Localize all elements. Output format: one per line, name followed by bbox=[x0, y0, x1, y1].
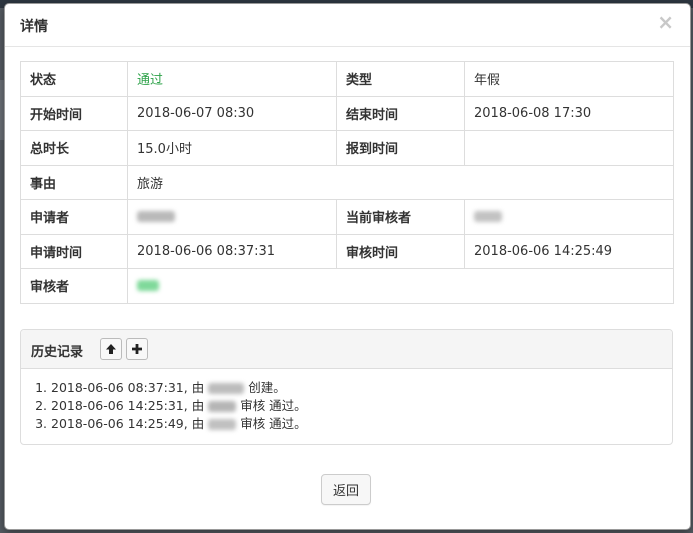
table-row: 申请时间 2018-06-06 08:37:31 审核时间 2018-06-06… bbox=[20, 233, 674, 269]
table-row: 事由 旅游 bbox=[20, 164, 674, 200]
reason-value: 旅游 bbox=[127, 164, 674, 200]
back-button[interactable]: 返回 bbox=[321, 474, 371, 505]
modal-header: 详情 × bbox=[5, 4, 690, 47]
list-item: 2018-06-06 14:25:31, 由 审核 通过。 bbox=[51, 397, 672, 415]
history-title: 历史记录 bbox=[31, 345, 84, 360]
redacted-name bbox=[474, 211, 502, 223]
plus-icon[interactable] bbox=[126, 338, 148, 360]
start-time-label: 开始时间 bbox=[20, 95, 128, 131]
history-time: 2018-06-06 08:37:31 bbox=[51, 380, 184, 395]
close-icon[interactable]: × bbox=[657, 12, 674, 32]
start-time-value: 2018-06-07 08:30 bbox=[127, 95, 337, 131]
history-action: 审核 通过。 bbox=[240, 416, 307, 431]
history-panel-heading: 历史记录 bbox=[21, 330, 672, 369]
reviewer-value bbox=[127, 268, 674, 304]
checkin-time-label: 报到时间 bbox=[336, 130, 465, 166]
duration-label: 总时长 bbox=[20, 130, 128, 166]
reviewer-label: 审核者 bbox=[20, 268, 128, 304]
end-time-label: 结束时间 bbox=[336, 95, 465, 131]
type-value: 年假 bbox=[464, 61, 674, 97]
detail-table: 状态 通过 类型 年假 开始时间 2018-06-07 08:30 结束时间 2… bbox=[20, 61, 674, 304]
redacted-name bbox=[137, 280, 159, 292]
history-time: 2018-06-06 14:25:49 bbox=[51, 416, 184, 431]
table-row: 总时长 15.0小时 报到时间 bbox=[20, 130, 674, 166]
history-list: 2018-06-06 08:37:31, 由 创建。 2018-06-06 14… bbox=[21, 379, 672, 433]
redacted-name bbox=[208, 383, 245, 394]
applicant-label: 申请者 bbox=[20, 199, 128, 235]
apply-time-label: 申请时间 bbox=[20, 233, 128, 269]
apply-time-value: 2018-06-06 08:37:31 bbox=[127, 233, 337, 269]
review-time-value: 2018-06-06 14:25:49 bbox=[464, 233, 674, 269]
history-action: 创建。 bbox=[248, 380, 286, 395]
history-panel-body: 2018-06-06 08:37:31, 由 创建。 2018-06-06 14… bbox=[21, 369, 672, 433]
history-prefix: , 由 bbox=[183, 416, 205, 431]
applicant-value bbox=[127, 199, 337, 235]
history-time: 2018-06-06 14:25:31 bbox=[51, 398, 184, 413]
redacted-name bbox=[208, 401, 237, 412]
status-value: 通过 bbox=[127, 61, 337, 97]
history-action: 审核 通过。 bbox=[240, 398, 307, 413]
detail-modal: 详情 × 状态 通过 类型 年假 开始时间 2018-06-07 08:30 结… bbox=[4, 3, 691, 530]
type-label: 类型 bbox=[336, 61, 465, 97]
current-reviewer-value bbox=[464, 199, 674, 235]
end-time-value: 2018-06-08 17:30 bbox=[464, 95, 674, 131]
table-row: 申请者 当前审核者 bbox=[20, 199, 674, 235]
history-panel: 历史记录 2018-06-06 08:37:31, 由 创建。 2018-06-… bbox=[20, 329, 673, 445]
history-prefix: , 由 bbox=[183, 398, 205, 413]
duration-value: 15.0小时 bbox=[127, 130, 337, 166]
list-item: 2018-06-06 08:37:31, 由 创建。 bbox=[51, 379, 672, 397]
review-time-label: 审核时间 bbox=[336, 233, 465, 269]
reason-label: 事由 bbox=[20, 164, 128, 200]
redacted-name bbox=[137, 211, 175, 223]
list-item: 2018-06-06 14:25:49, 由 审核 通过。 bbox=[51, 415, 672, 433]
modal-title: 详情 bbox=[20, 19, 48, 35]
table-row: 开始时间 2018-06-07 08:30 结束时间 2018-06-08 17… bbox=[20, 95, 674, 131]
current-reviewer-label: 当前审核者 bbox=[336, 199, 465, 235]
redacted-name bbox=[208, 419, 237, 430]
history-prefix: , 由 bbox=[183, 380, 205, 395]
arrow-up-icon[interactable] bbox=[100, 338, 122, 360]
status-label: 状态 bbox=[20, 61, 128, 97]
checkin-time-value bbox=[464, 130, 674, 166]
table-row: 状态 通过 类型 年假 bbox=[20, 61, 674, 97]
table-row: 审核者 bbox=[20, 268, 674, 304]
